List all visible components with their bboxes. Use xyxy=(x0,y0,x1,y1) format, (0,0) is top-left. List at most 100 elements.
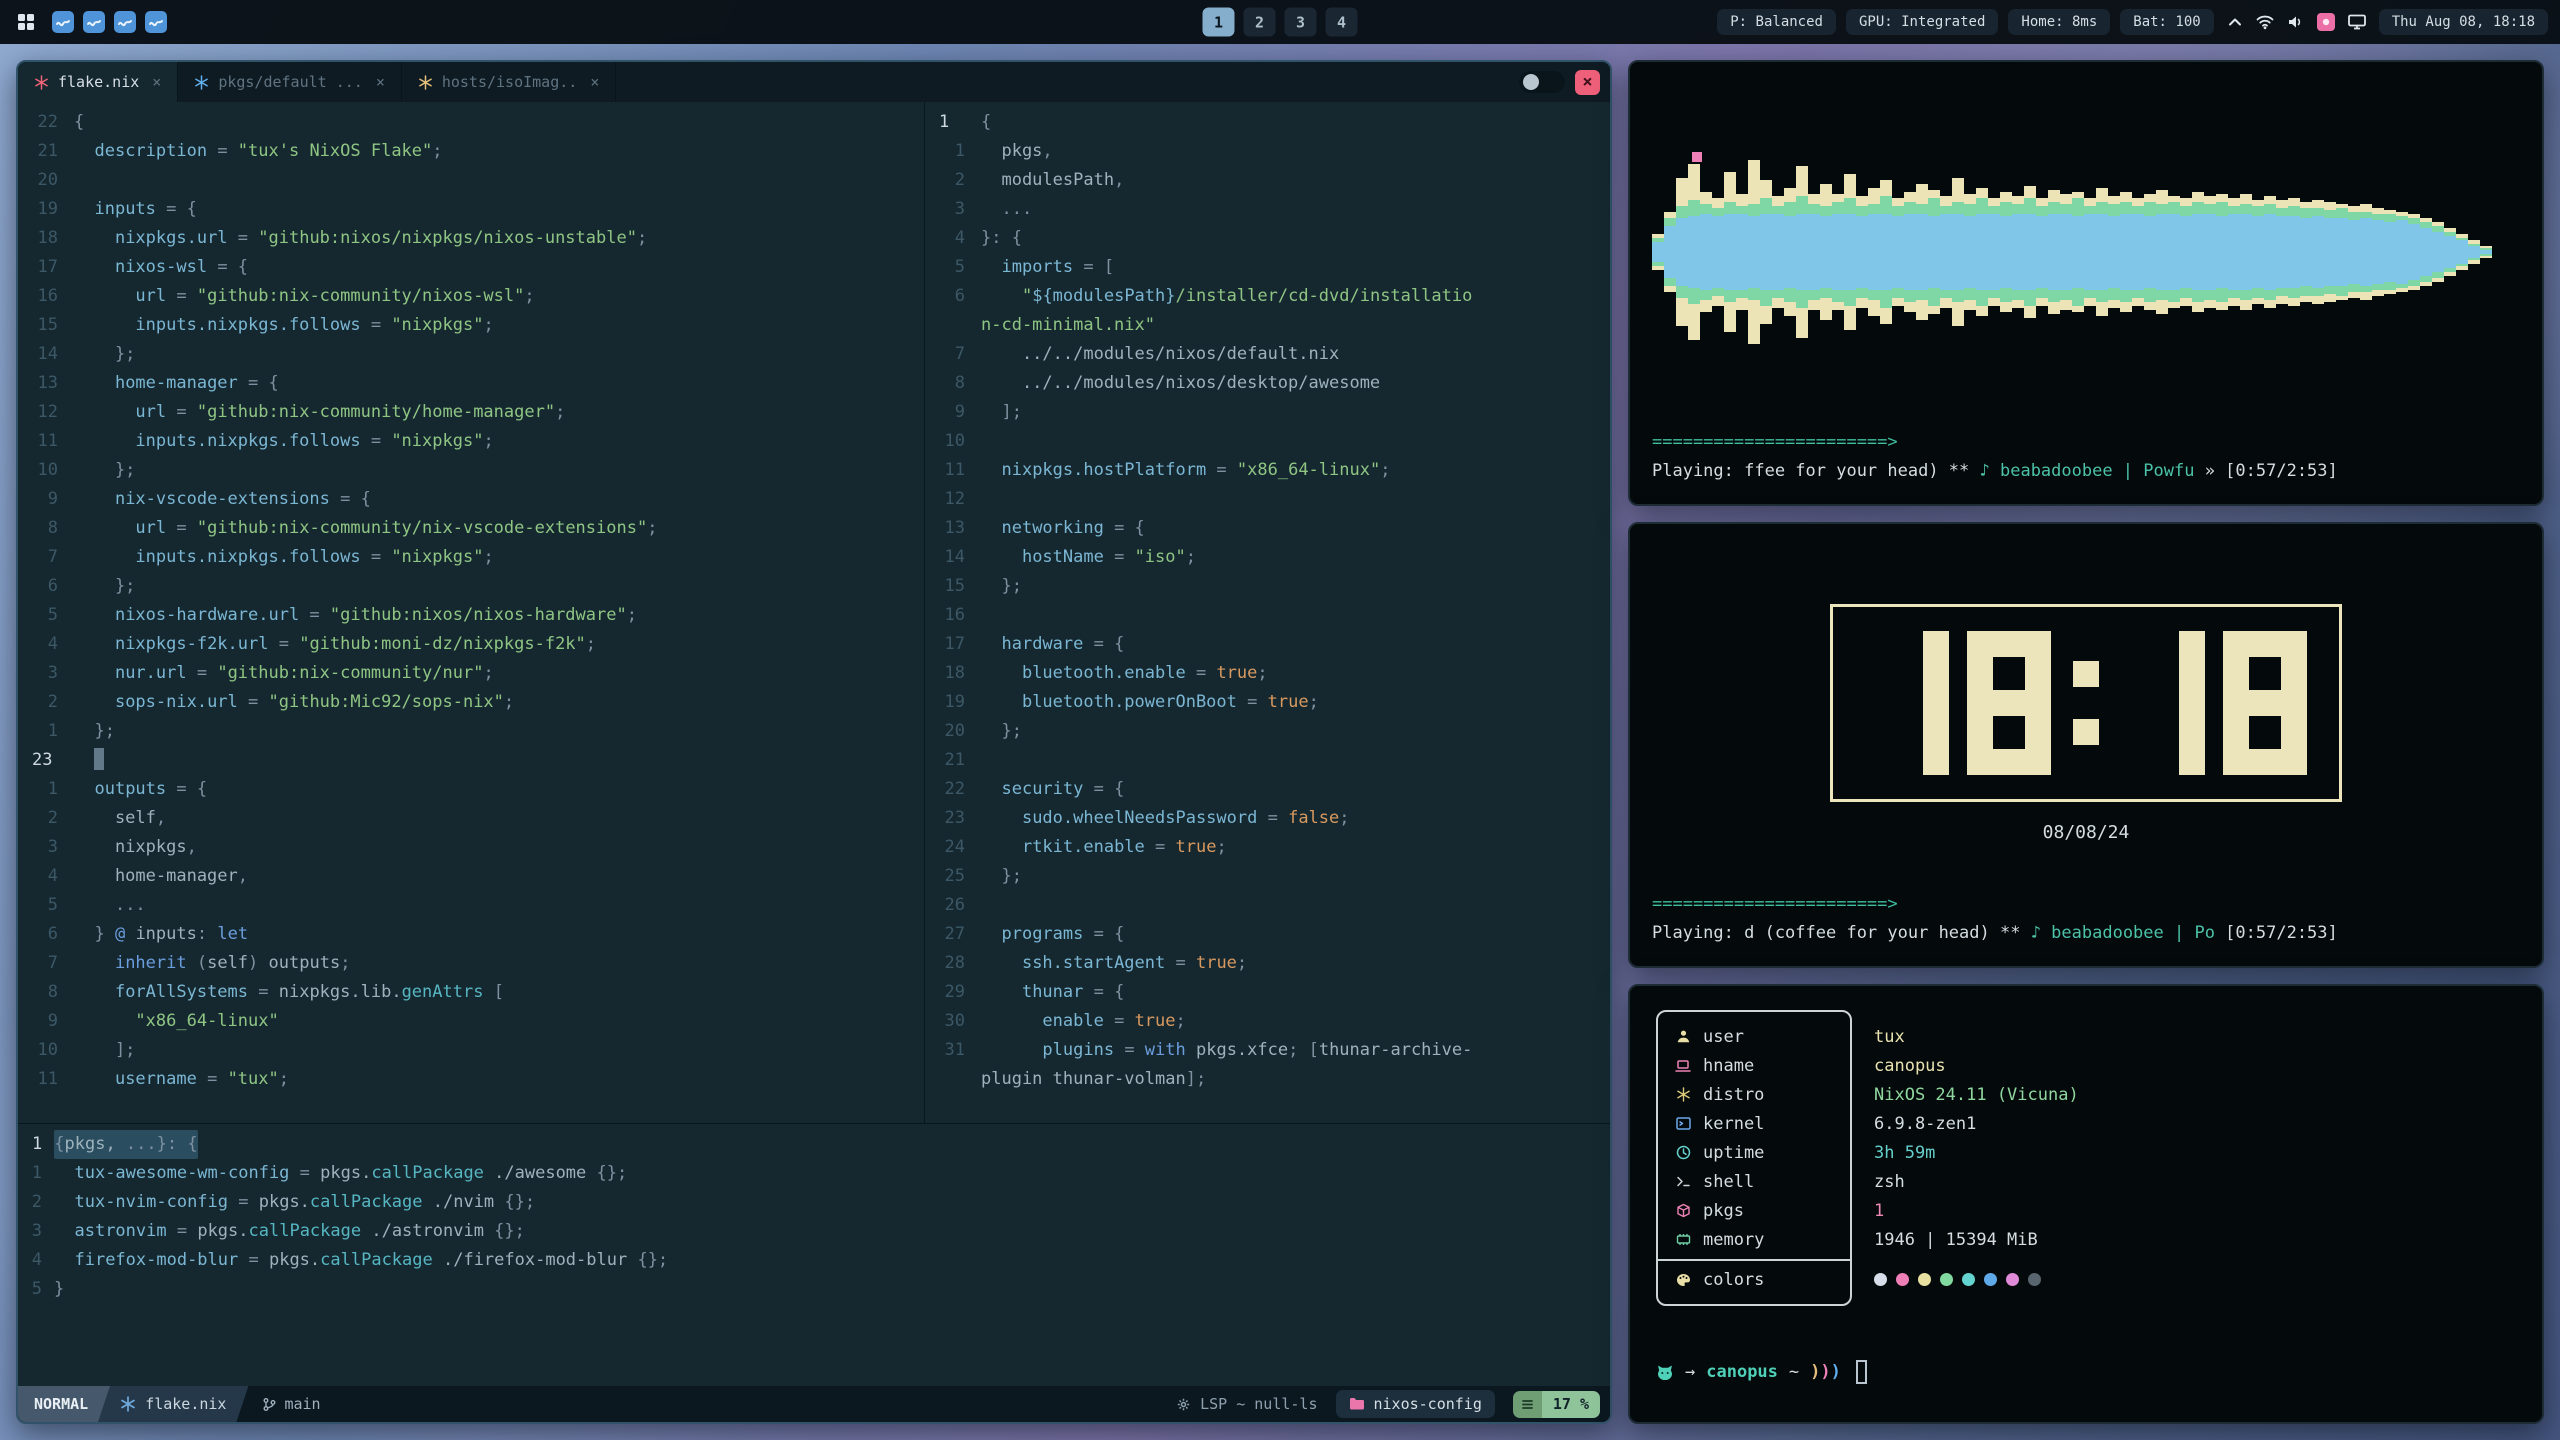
git-branch: main xyxy=(262,1395,320,1413)
code-line: 18 nixpkgs.url = "github:nixos/nixpkgs/n… xyxy=(18,224,924,253)
visualizer-column xyxy=(1988,92,2000,412)
fetch-values: tuxcanopusNixOS 24.11 (Vicuna)6.9.8-zen1… xyxy=(1852,1010,2079,1306)
visualizer-column xyxy=(1964,92,1976,412)
code-line: 9 nix-vscode-extensions = { xyxy=(18,485,924,514)
snowflake-icon xyxy=(1674,1087,1692,1102)
cat-icon xyxy=(1656,1364,1674,1380)
pinned-app-4-icon[interactable] xyxy=(145,11,167,33)
pinned-app-2-icon[interactable] xyxy=(83,11,105,33)
visualizer-column xyxy=(1880,92,1892,412)
visualizer-column xyxy=(2084,92,2096,412)
now-playing-line: Playing: d (coffee for your head) ** ♪ b… xyxy=(1652,919,2520,948)
code-line: 26 xyxy=(925,891,1610,920)
visualizer-column xyxy=(1676,92,1688,412)
code-line: 7 ../../modules/nixos/default.nix xyxy=(925,340,1610,369)
window-close-button[interactable]: × xyxy=(1575,70,1600,95)
visualizer-column xyxy=(2192,92,2204,412)
audio-visualizer xyxy=(1652,92,2520,412)
fetch-value: 1946 | 15394 MiB xyxy=(1874,1230,2038,1250)
wifi-icon[interactable] xyxy=(2256,14,2274,30)
seven-segment-digit xyxy=(2121,631,2205,775)
color-dot xyxy=(2006,1273,2019,1286)
terminal-cursor xyxy=(1856,1360,1867,1384)
fetch-row: kernel xyxy=(1674,1109,1834,1138)
workspace-button-2[interactable]: 2 xyxy=(1244,8,1276,37)
pane-flake-nix[interactable]: 22{21 description = "tux's NixOS Flake";… xyxy=(18,102,924,1123)
nix-file-icon xyxy=(418,75,433,90)
visualizer-column xyxy=(2144,92,2156,412)
fetch-row: 1 xyxy=(1874,1196,2079,1225)
visualizer-column xyxy=(2216,92,2228,412)
code-line: 5 imports = [ xyxy=(925,253,1610,282)
app-launcher-button[interactable] xyxy=(12,8,40,36)
code-line: 1 pkgs, xyxy=(925,137,1610,166)
code-line: 19 bluetooth.powerOnBoot = true; xyxy=(925,688,1610,717)
arrow-up-icon[interactable] xyxy=(2227,15,2243,29)
pinned-app-1-icon[interactable] xyxy=(52,11,74,33)
display-icon[interactable] xyxy=(2348,14,2366,30)
visualizer-column xyxy=(2036,92,2048,412)
fetch-label: pkgs xyxy=(1703,1201,1744,1221)
tab-close-icon[interactable]: × xyxy=(590,73,599,91)
workspace-button-1[interactable]: 1 xyxy=(1203,8,1235,37)
code-line: 11 inputs.nixpkgs.follows = "nixpkgs"; xyxy=(18,427,924,456)
volume-icon[interactable] xyxy=(2287,14,2304,30)
code-line: 14 }; xyxy=(18,340,924,369)
fetch-row: zsh xyxy=(1874,1167,2079,1196)
workspace-button-3[interactable]: 3 xyxy=(1285,8,1317,37)
fetch-label: shell xyxy=(1703,1172,1754,1192)
project-badge[interactable]: nixos-config xyxy=(1336,1390,1495,1418)
visualizer-column xyxy=(2048,92,2060,412)
visualizer-column xyxy=(1712,92,1724,412)
visualizer-column xyxy=(1784,92,1796,412)
tab-close-icon[interactable]: × xyxy=(152,73,161,91)
fetch-row: canopus xyxy=(1874,1051,2079,1080)
code-line: 8 ../../modules/nixos/desktop/awesome xyxy=(925,369,1610,398)
code-line: 23 xyxy=(18,746,924,775)
fetch-value: 3h 59m xyxy=(1874,1143,1935,1163)
fetch-label: colors xyxy=(1703,1270,1764,1290)
visualizer-column xyxy=(2444,92,2456,412)
tab-pkgs-default-...[interactable]: pkgs/default ...× xyxy=(178,62,402,102)
tab-flake.nix[interactable]: flake.nix× xyxy=(18,62,178,102)
window-toggle[interactable] xyxy=(1519,71,1565,93)
workspace-button-4[interactable]: 4 xyxy=(1326,8,1358,37)
lsp-status: LSP ~ null-ls xyxy=(1176,1395,1317,1413)
code-line: 9 "x86_64-linux" xyxy=(18,1007,924,1036)
fetch-label: distro xyxy=(1703,1085,1764,1105)
visualizer-column xyxy=(1832,92,1844,412)
code-line: 1 }; xyxy=(18,717,924,746)
toggle-knob xyxy=(1523,74,1539,90)
visualizer-column xyxy=(2396,92,2408,412)
code-line: 22 security = { xyxy=(925,775,1610,804)
visualizer-column xyxy=(2024,92,2036,412)
color-dot xyxy=(1962,1273,1975,1286)
visualizer-column xyxy=(2456,92,2468,412)
pinned-app-3-icon[interactable] xyxy=(114,11,136,33)
scroll-indicator: 17 % xyxy=(1513,1391,1600,1418)
fetch-row: memory xyxy=(1674,1225,1834,1254)
visualizer-column xyxy=(2060,92,2072,412)
tab-close-icon[interactable]: × xyxy=(376,73,385,91)
tab-hosts-isoImag..[interactable]: hosts/isoImag..× xyxy=(402,62,617,102)
shell-prompt[interactable]: → canopus ~ ))) xyxy=(1656,1360,2516,1384)
code-line: 27 programs = { xyxy=(925,920,1610,949)
nix-file-icon xyxy=(194,75,209,90)
code-line: 20 }; xyxy=(925,717,1610,746)
color-dot xyxy=(1984,1273,1997,1286)
visualizer-column xyxy=(2132,92,2144,412)
code-line: plugin thunar-volman]; xyxy=(925,1065,1610,1094)
visualizer-column xyxy=(2072,92,2084,412)
pink-badge-icon[interactable] xyxy=(2317,13,2335,31)
visualizer-column xyxy=(1892,92,1904,412)
pane-iso-image[interactable]: 1{1 pkgs,2 modulesPath,3 ...4}: {5 impor… xyxy=(925,102,1610,1123)
code-line: 3 nixpkgs, xyxy=(18,833,924,862)
pane-pkgs-default[interactable]: 1{pkgs, ...}: {1 tux-awesome-wm-config =… xyxy=(18,1124,1610,1386)
code-line: 2 tux-nvim-config = pkgs.callPackage ./n… xyxy=(18,1188,1610,1217)
visualizer-column xyxy=(1748,92,1760,412)
memory-icon xyxy=(1674,1233,1692,1246)
fetch-label: kernel xyxy=(1703,1114,1764,1134)
code-line: 13 home-manager = { xyxy=(18,369,924,398)
code-line: 15 }; xyxy=(925,572,1610,601)
code-line: 8 forAllSystems = nixpkgs.lib.genAttrs [ xyxy=(18,978,924,1007)
